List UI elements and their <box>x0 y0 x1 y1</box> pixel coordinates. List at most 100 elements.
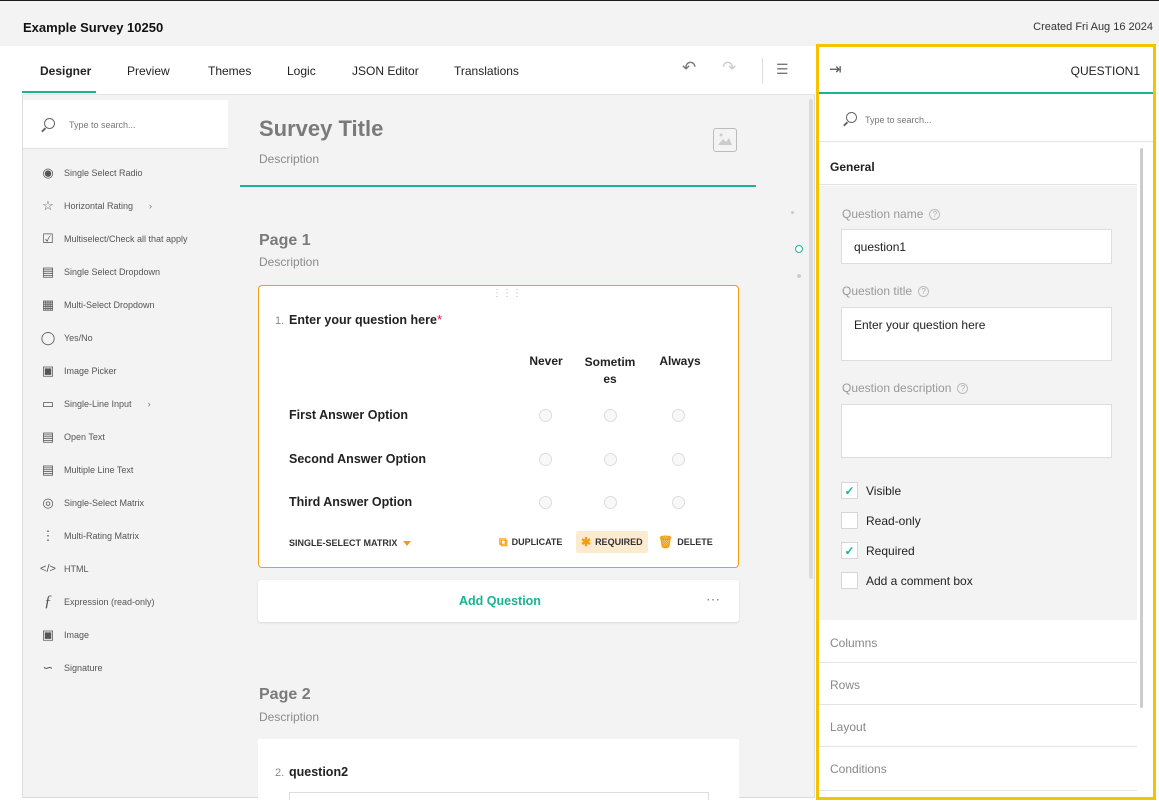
toolbox-item[interactable]: ∽ Signature <box>40 658 103 678</box>
dropdown-icon: ▤ <box>41 264 55 279</box>
logo-image-icon[interactable] <box>713 128 737 152</box>
general-section-label: General <box>830 160 875 174</box>
matrix-radio[interactable] <box>539 453 552 466</box>
toolbox-item-label: Single Select Radio <box>64 168 143 178</box>
conditions-section-label: Conditions <box>830 762 887 776</box>
collapse-panel-icon[interactable]: ⇥ <box>829 60 842 78</box>
required-mark: * <box>437 312 443 327</box>
question-name-field[interactable]: question1 <box>841 229 1112 264</box>
created-date: Created Fri Aug 16 2024 <box>1033 21 1153 33</box>
matrix-radio[interactable] <box>539 496 552 509</box>
matrix-radio[interactable] <box>604 409 617 422</box>
toolbox-item[interactable]: ▦ Multi-Select Dropdown <box>40 295 155 315</box>
page-nav-dot[interactable] <box>797 274 801 278</box>
question-title-field[interactable]: Enter your question here <box>841 307 1112 361</box>
toolbox-item[interactable]: ▤ Multiple Line Text <box>40 460 134 480</box>
toolbox-item[interactable]: ☑ Multiselect/Check all that apply <box>40 229 188 249</box>
duplicate-button[interactable]: ⧉ DUPLICATE <box>499 531 562 553</box>
property-scrollbar[interactable] <box>1140 148 1143 708</box>
required-toggle-button[interactable]: ✱ REQUIRED <box>576 531 648 553</box>
question-description-field[interactable] <box>841 404 1112 458</box>
matrix-radio[interactable] <box>604 453 617 466</box>
question-input-preview <box>289 792 709 800</box>
toolbox-item[interactable]: ⋮ Multi-Rating Matrix <box>40 526 140 546</box>
matrix-radio[interactable] <box>604 496 617 509</box>
matrix-radio[interactable] <box>539 409 552 422</box>
question-card-selected[interactable] <box>258 285 739 568</box>
rows-section-label: Rows <box>830 678 861 692</box>
toolbox-item[interactable]: ◉ Single Select Radio <box>40 163 143 183</box>
toolbox-item[interactable]: ◎ Single-Select Matrix <box>40 493 144 513</box>
toolbox-search-input[interactable]: Type to search... <box>69 120 136 130</box>
question-title[interactable]: question2 <box>289 765 348 779</box>
toolbox-item-label: Multiselect/Check all that apply <box>64 234 188 244</box>
rows-section[interactable] <box>819 663 1137 705</box>
toolbox-item-label: Multiple Line Text <box>64 465 134 475</box>
toolbox-item[interactable]: ƒ Expression (read-only) <box>40 592 155 612</box>
toolbox-item[interactable]: ▭ Single-Line Input › <box>40 394 151 414</box>
settings-sliders-icon[interactable]: ☰ <box>776 61 789 78</box>
tab-preview[interactable]: Preview <box>127 64 170 78</box>
survey-title[interactable]: Survey Title <box>259 116 383 142</box>
layout-section-label: Layout <box>830 720 867 734</box>
page1-title[interactable]: Page 1 <box>259 232 311 250</box>
survey-description[interactable]: Description <box>259 152 319 166</box>
canvas-scrollbar[interactable] <box>809 99 813 579</box>
page-nav-dot-active[interactable] <box>795 245 803 253</box>
tab-json-editor[interactable]: JSON Editor <box>352 64 419 78</box>
radio-icon: ◉ <box>42 165 54 180</box>
image-picker-icon: ▣ <box>41 363 55 378</box>
question-name-value: question1 <box>854 239 907 254</box>
multiple-text-icon: ▤ <box>41 462 55 477</box>
tab-themes[interactable]: Themes <box>208 64 251 78</box>
redo-icon[interactable]: ↷ <box>722 58 736 78</box>
property-search-input[interactable]: Type to search... <box>865 115 932 125</box>
visible-checkbox[interactable]: ✓ Visible <box>841 482 901 499</box>
help-icon[interactable]: ? <box>929 209 941 221</box>
tab-logic[interactable]: Logic <box>287 64 316 78</box>
toolbox-item-label: HTML <box>64 564 89 574</box>
question-type-dropdown[interactable]: SINGLE-SELECT MATRIX <box>289 538 412 548</box>
toolbox-search[interactable]: Type to search... <box>23 100 228 149</box>
page2-title[interactable]: Page 2 <box>259 686 311 704</box>
matrix-radio[interactable] <box>672 453 685 466</box>
toolbox-item[interactable]: ▣ Image Picker <box>40 361 117 381</box>
toolbox-item[interactable]: ◯ Yes/No <box>40 328 93 348</box>
toolbox-item[interactable]: </> HTML <box>40 559 89 579</box>
comment-box-checkbox[interactable]: Add a comment box <box>841 572 973 589</box>
drag-handle-icon[interactable]: ⋮⋮⋮ <box>492 288 522 299</box>
more-options-icon[interactable]: ⋯ <box>706 591 720 608</box>
undo-icon[interactable]: ↶ <box>682 58 696 78</box>
layout-section[interactable] <box>819 705 1137 747</box>
search-icon <box>44 118 55 129</box>
tab-designer[interactable]: Designer <box>40 64 91 78</box>
chevron-right-icon[interactable]: › <box>148 399 151 409</box>
chevron-right-icon[interactable]: › <box>149 201 152 211</box>
toggle-icon: ◯ <box>40 330 56 345</box>
add-question-button[interactable]: Add Question <box>459 594 541 608</box>
matrix-column-header: Always <box>659 354 701 368</box>
matrix-radio[interactable] <box>672 409 685 422</box>
help-icon[interactable]: ? <box>918 286 930 298</box>
matrix-icon: ◎ <box>42 495 54 510</box>
toolbox-item[interactable]: ▤ Single Select Dropdown <box>40 262 160 282</box>
toolbox-item[interactable]: ▤ Open Text <box>40 427 105 447</box>
required-checkbox[interactable]: ✓ Required <box>841 542 915 559</box>
toolbox-item-label: Horizontal Rating <box>64 201 134 211</box>
tab-translations[interactable]: Translations <box>454 64 519 78</box>
toolbox-item[interactable]: ▣ Image <box>40 625 89 645</box>
matrix-row-label: First Answer Option <box>289 408 408 422</box>
page-nav-dot[interactable] <box>791 211 794 214</box>
read-only-checkbox[interactable]: Read-only <box>841 512 921 529</box>
help-icon[interactable]: ? <box>957 383 969 395</box>
html-icon: </> <box>40 563 56 575</box>
matrix-radio[interactable] <box>672 496 685 509</box>
delete-button[interactable]: 🗑 DELETE <box>658 531 713 553</box>
toolbox-item-label: Single-Select Matrix <box>64 498 145 508</box>
page1-description[interactable]: Description <box>259 255 319 269</box>
selected-question-name: QUESTION1 <box>1070 64 1140 78</box>
question-title[interactable]: Enter your question here <box>289 313 437 327</box>
toolbar-separator <box>762 58 763 84</box>
toolbox-item[interactable]: ☆ Horizontal Rating › <box>40 196 152 216</box>
page2-description[interactable]: Description <box>259 710 319 724</box>
